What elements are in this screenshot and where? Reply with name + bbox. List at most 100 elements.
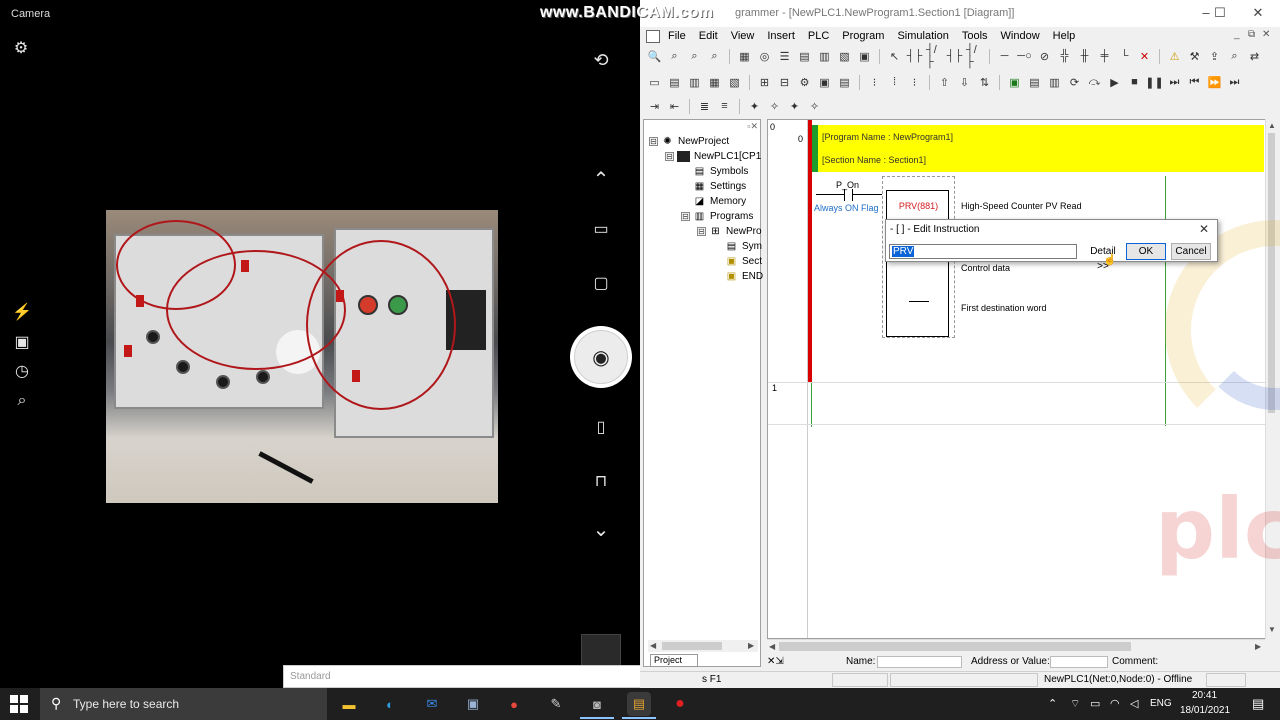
menu-file[interactable]: File — [668, 30, 686, 42]
zoom-out-icon[interactable]: ⌕ — [706, 48, 723, 65]
shutter-button[interactable]: ◉ — [570, 326, 632, 388]
tree-item-end[interactable]: ▣ END — [725, 269, 763, 284]
taskbar-search[interactable]: ⚲ Type here to search — [40, 688, 327, 720]
menu-program[interactable]: Program — [842, 30, 884, 42]
collapse-icon[interactable]: ⊟ — [681, 212, 690, 221]
step-icon[interactable]: ⤼ — [1086, 74, 1103, 91]
network-icon[interactable]: ⊞ — [756, 74, 773, 91]
clock-time[interactable]: 20:41 — [1192, 690, 1217, 701]
ladder-diagram[interactable]: 0 0 1 [Program Name : NewProgram1] [Sect… — [767, 119, 1276, 639]
vline-icon[interactable]: └ — [1116, 48, 1133, 65]
menu-help[interactable]: Help — [1053, 30, 1076, 42]
menu-insert[interactable]: Insert — [767, 30, 795, 42]
ladder-horizontal-scrollbar[interactable]: ◀ ▶ — [767, 639, 1265, 652]
save-icon[interactable]: ▥ — [686, 74, 703, 91]
bandicam-icon[interactable]: ● — [668, 692, 692, 716]
collapse-icon[interactable]: ⊟ — [649, 137, 658, 146]
step-out-icon[interactable]: ⏮ — [1186, 74, 1203, 91]
tree-close-icon[interactable]: ▫✕ — [747, 121, 758, 132]
hex-icon[interactable]: ⁝ — [866, 74, 883, 91]
tab-project[interactable]: Project — [650, 654, 698, 667]
chevron-down-icon[interactable]: ⌄ — [590, 520, 612, 540]
compare-icon[interactable]: ⇅ — [976, 74, 993, 91]
window-icon[interactable]: ▣ — [856, 48, 873, 65]
monitor-mode-icon[interactable]: ▥ — [1046, 74, 1063, 91]
tree-item-plc[interactable]: ⊟ NewPLC1[CP1 — [665, 149, 761, 164]
grid-icon[interactable]: ▦ — [736, 48, 753, 65]
whiteboard-mode-icon[interactable]: ⊓ — [590, 474, 612, 490]
file-explorer-icon[interactable]: ▬ — [337, 692, 361, 716]
mail-icon[interactable]: ✉ — [420, 692, 444, 716]
network-icon[interactable]: ⌔ — [1070, 697, 1080, 711]
watch-close-icon[interactable]: ✕⇲ — [767, 656, 784, 667]
tree-item-project[interactable]: ⊟ ✺ NewProject — [649, 134, 729, 149]
tree-scrollbar[interactable]: ◀ ▶ — [648, 640, 758, 652]
align-icon[interactable]: ≣ — [696, 98, 713, 115]
switch-camera-icon[interactable]: ⟲ — [590, 51, 612, 69]
instruction-input[interactable]: PRV — [889, 244, 1077, 259]
zoom-fit-icon[interactable]: ⌕ — [686, 48, 703, 65]
contact-no[interactable] — [816, 189, 882, 201]
step-in-icon[interactable]: ⏭ — [1166, 74, 1183, 91]
continue-icon[interactable]: ⏩ — [1206, 74, 1223, 91]
preview-icon[interactable]: ▧ — [726, 74, 743, 91]
close-icon[interactable]: ✕ — [1248, 5, 1268, 21]
print-icon[interactable]: ▦ — [706, 74, 723, 91]
end-icon[interactable]: ⏭ — [1226, 74, 1243, 91]
mdi-close-icon[interactable]: ✕ — [1262, 29, 1270, 40]
tree-item-memory[interactable]: ◪ Memory — [693, 194, 746, 209]
close-icon[interactable]: ✕ — [1199, 222, 1209, 236]
menu-simulation[interactable]: Simulation — [897, 30, 948, 42]
volume-icon[interactable]: ◁ — [1130, 697, 1138, 710]
decimal-icon[interactable]: ⁝ — [906, 74, 923, 91]
chrome-icon[interactable]: ● — [502, 692, 526, 716]
zoom-in-icon[interactable]: 🔍 — [646, 48, 663, 65]
wifi-icon[interactable]: ◠ — [1110, 697, 1120, 710]
clock-date[interactable]: 18/01/2021 — [1180, 705, 1230, 716]
scroll-down-icon[interactable]: ▼ — [1268, 625, 1276, 634]
mdi-minimize-icon[interactable]: _ — [1234, 29, 1240, 40]
warning-icon[interactable]: ⚠ — [1166, 48, 1183, 65]
replace-icon[interactable]: ⇄ — [1246, 48, 1263, 65]
comment-icon[interactable]: ◎ — [756, 48, 773, 65]
flash-icon[interactable]: ⚡ — [11, 305, 33, 321]
wizard3-icon[interactable]: ✦ — [786, 98, 803, 115]
cx-programmer-icon[interactable]: ▤ — [627, 692, 651, 716]
delete-icon[interactable]: ✕ — [1136, 48, 1153, 65]
gallery-thumbnail[interactable] — [581, 634, 621, 666]
hdr-icon[interactable]: ▣ — [11, 335, 33, 351]
notification-icon[interactable]: ▤ — [1252, 696, 1264, 712]
wizard4-icon[interactable]: ✧ — [806, 98, 823, 115]
contact-nc-icon[interactable]: ┤/├ — [926, 44, 943, 68]
run-icon[interactable]: ▶ — [1106, 74, 1123, 91]
chevron-up-icon[interactable]: ⌃ — [590, 170, 612, 190]
scroll-thumb[interactable] — [662, 642, 722, 650]
cancel-button[interactable]: Cancel — [1171, 243, 1211, 260]
document-mode-icon[interactable]: ▯ — [590, 420, 612, 436]
transfer-to-plc-icon[interactable]: ⇧ — [936, 74, 953, 91]
instruction2-icon[interactable]: ╫ — [1076, 48, 1093, 65]
pause-icon[interactable]: ❚❚ — [1145, 74, 1163, 91]
ladder-vertical-scrollbar[interactable]: ▲ ▼ — [1265, 119, 1276, 639]
menu-plc[interactable]: PLC — [808, 30, 829, 42]
select-icon[interactable]: ↖ — [886, 48, 903, 65]
memory-icon[interactable]: ▣ — [816, 74, 833, 91]
scroll-up-icon[interactable]: ▲ — [1268, 121, 1276, 130]
online-icon[interactable]: ▣ — [1006, 74, 1023, 91]
contact-no-icon[interactable]: ┤├ — [906, 48, 923, 65]
monitor-icon[interactable]: ▥ — [816, 48, 833, 65]
app-logo-icon[interactable] — [646, 29, 660, 43]
photo-mode-icon[interactable]: ▭ — [590, 222, 612, 238]
table-icon[interactable]: ▤ — [796, 48, 813, 65]
tool-icon[interactable]: ⚒ — [1186, 48, 1203, 65]
instruction-icon[interactable]: ╬ — [1056, 48, 1073, 65]
outdent-icon[interactable]: ⇤ — [666, 98, 683, 115]
tree-item-symbols[interactable]: ▤ Symbols — [693, 164, 749, 179]
upload-icon[interactable]: ⇪ — [1206, 48, 1223, 65]
cross-ref-icon[interactable]: ▤ — [836, 74, 853, 91]
store-icon[interactable]: ▣ — [461, 692, 485, 716]
ok-button[interactable]: OK — [1126, 243, 1166, 260]
tree-item-section[interactable]: ▣ Sect — [725, 254, 762, 269]
transfer-from-plc-icon[interactable]: ⇩ — [956, 74, 973, 91]
mdi-restore-icon[interactable]: ⧉ — [1248, 29, 1255, 40]
